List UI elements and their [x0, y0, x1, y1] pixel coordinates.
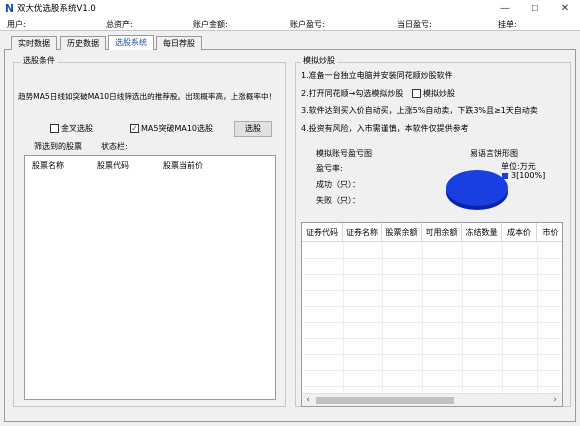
user-label: 用户: [7, 20, 26, 29]
col-frozen-qty[interactable]: 冻结数量 [462, 223, 502, 242]
col-market-price[interactable]: 市价 [537, 223, 562, 242]
tab-realtime-data[interactable]: 实时数据 [11, 36, 57, 50]
horizontal-scrollbar[interactable]: ‹ › [302, 393, 562, 406]
col-cost-price[interactable]: 成本价 [502, 223, 537, 242]
pie-legend-label: 3[100%] [511, 171, 546, 180]
close-button[interactable]: ✕ [550, 0, 580, 18]
step-2: 2.打开同花顺→勾选模拟炒股 [301, 89, 404, 98]
pie-chart-title: 易语言饼形图 [470, 149, 518, 158]
col-stock-balance[interactable]: 股票余额 [382, 223, 422, 242]
app-logo-icon: N [4, 2, 15, 15]
col-stock-price[interactable]: 股票当前价 [163, 161, 203, 171]
step-4: 4.投资有风险，入市需谨慎，本软件仅提供参考 [301, 124, 469, 133]
col-stock-code[interactable]: 股票代码 [97, 161, 129, 171]
status-bar-label: 状态栏: [101, 142, 128, 151]
total-assets-label: 总资产: [106, 20, 133, 29]
account-amount-label: 账户金额: [193, 20, 228, 29]
window-title: 双大优选股系统V1.0 [17, 4, 96, 14]
pie-legend-swatch [502, 173, 508, 179]
ma5-breakout-label: MA5突破MA10选股 [141, 124, 214, 133]
ma5-breakout-checkbox[interactable]: ✓ [130, 124, 139, 133]
select-stocks-button[interactable]: 选股 [234, 121, 272, 137]
col-security-code[interactable]: 证券代码 [302, 223, 343, 242]
positions-grid[interactable]: 证券代码 证券名称 股票余额 可用余额 冻结数量 成本价 市价 ‹ › [301, 222, 563, 407]
filtered-stocks-label: 筛选到的股票 [34, 142, 82, 151]
golden-cross-checkbox[interactable] [50, 124, 59, 133]
scroll-right-arrow-icon[interactable]: › [549, 394, 561, 406]
pie-slice [446, 170, 508, 206]
simulated-trading-title: 模拟炒股 [301, 56, 337, 66]
tab-stock-selection[interactable]: 选股系统 [108, 35, 154, 50]
sim-trading-checkbox[interactable] [412, 89, 421, 98]
filtered-stocks-list[interactable]: 股票名称 股票代码 股票当前价 [24, 155, 276, 400]
golden-cross-label: 金叉选股 [61, 124, 93, 133]
tab-daily-recommend[interactable]: 每日荐股 [156, 36, 202, 50]
tab-history-data[interactable]: 历史数据 [60, 36, 106, 50]
fail-count-label: 失败（只）： [316, 196, 360, 205]
sim-trading-label: 模拟炒股 [423, 89, 455, 98]
minimize-button[interactable]: — [490, 0, 520, 18]
maximize-button[interactable]: ☐ [520, 0, 550, 18]
pnl-rate-label: 盈亏率: [316, 164, 343, 173]
scrollbar-thumb[interactable] [316, 397, 454, 404]
positions-grid-header: 证券代码 证券名称 股票余额 可用余额 冻结数量 成本价 市价 [302, 223, 562, 242]
col-available-balance[interactable]: 可用余额 [422, 223, 462, 242]
pending-orders-label: 挂单: [498, 20, 517, 29]
selection-criteria-title: 选股条件 [21, 56, 57, 66]
success-count-label: 成功（只）： [316, 180, 360, 189]
step-3: 3.软件达到买入价自动买，上涨5%自动卖，下跌3%且≥1天自动卖 [301, 106, 538, 115]
scroll-left-arrow-icon[interactable]: ‹ [302, 394, 314, 406]
col-security-name[interactable]: 证券名称 [343, 223, 382, 242]
strategy-description: 趋势MA5日线如突破MA10日线筛选出的推荐股。出现概率高，上涨概率中！ [18, 92, 277, 101]
step-1: 1.准备一台独立电脑并安装同花顺炒股软件 [301, 71, 453, 80]
col-stock-name[interactable]: 股票名称 [32, 161, 64, 171]
account-pnl-label: 账户盈亏: [290, 20, 325, 29]
sim-account-chart-title: 模拟账号盈亏图 [316, 149, 372, 158]
today-pnl-label: 当日盈亏: [397, 20, 432, 29]
